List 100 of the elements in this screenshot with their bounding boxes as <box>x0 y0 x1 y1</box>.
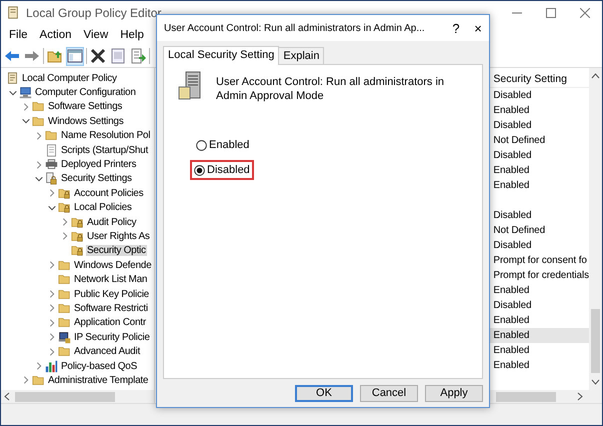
help-button[interactable]: ? <box>445 20 467 36</box>
tree-item[interactable]: Software Restricti <box>73 302 149 314</box>
script-icon <box>45 144 58 157</box>
tree-item[interactable]: Security Settings <box>60 173 133 184</box>
expand-chevron-icon[interactable] <box>21 375 31 386</box>
expand-chevron-icon[interactable] <box>60 217 70 228</box>
folder-icon <box>58 258 71 272</box>
tree-item[interactable]: Computer Configuration <box>34 87 137 98</box>
bar-chart-icon <box>45 360 58 372</box>
computer-lock-icon <box>58 330 71 344</box>
tree-item[interactable]: Windows Defende <box>73 260 152 271</box>
table-cell-text: Disabled <box>492 149 532 163</box>
folder-icon <box>58 288 71 301</box>
tree-item[interactable]: Scripts (Startup/Shut <box>60 144 150 156</box>
tree-item[interactable]: Software Settings <box>47 101 124 112</box>
folder-icon <box>45 129 58 142</box>
scrollbar-thumb[interactable] <box>496 392 556 402</box>
table-cell-text: Enabled <box>492 314 530 328</box>
tree-item[interactable]: IP Security Policie <box>73 332 151 343</box>
table-cell-text: Disabled <box>492 209 532 223</box>
tree-item[interactable]: Application Contr <box>73 317 147 328</box>
table-cell-text: Enabled <box>492 104 530 118</box>
radio-button[interactable] <box>196 140 207 150</box>
close-button[interactable]: × <box>467 20 489 36</box>
tree-item[interactable]: Deployed Printers <box>60 159 138 170</box>
menu-item[interactable]: File <box>3 27 34 43</box>
dialog-button[interactable]: OK <box>295 384 353 402</box>
menu-item[interactable]: Action <box>34 27 78 43</box>
expand-chevron-icon[interactable] <box>60 231 70 242</box>
table-cell-text: Disabled <box>492 119 532 133</box>
printer-icon <box>45 158 58 172</box>
delete-button[interactable] <box>89 46 107 66</box>
scroll-up-icon[interactable] <box>591 72 600 81</box>
table-cell-text: Prompt for credentials <box>492 269 589 283</box>
expand-chevron-icon[interactable] <box>47 346 57 357</box>
scrollbar-thumb[interactable] <box>591 309 600 373</box>
expand-chevron-icon[interactable] <box>47 188 57 198</box>
tree-item[interactable]: Local Policies <box>73 202 133 214</box>
locked-folder-icon <box>71 216 84 229</box>
table-cell-text: Disabled <box>492 89 532 103</box>
expand-chevron-icon[interactable] <box>47 332 57 342</box>
table-cell-text: Enabled <box>492 344 530 358</box>
menu-item[interactable]: Help <box>114 27 150 43</box>
show-tree-button[interactable] <box>66 46 84 66</box>
locked-folder-icon <box>71 244 84 258</box>
policy-name: User Account Control: Run all administrators in Admin Approval Mode <box>216 75 446 103</box>
tree-item[interactable]: Public Key Policie <box>73 288 150 300</box>
tree-item[interactable]: Advanced Audit <box>73 346 141 358</box>
table-cell: Enabled <box>489 328 589 343</box>
tree-item[interactable]: Windows Settings <box>47 116 124 127</box>
locked-document-icon <box>45 172 58 186</box>
folder-icon <box>58 302 71 315</box>
tree-item[interactable]: Audit Policy <box>86 216 138 228</box>
radio-option[interactable]: Enabled <box>192 135 254 155</box>
menu-item[interactable]: View <box>78 27 114 43</box>
dialog-button[interactable]: Cancel <box>360 384 418 402</box>
table-cell-text: Prompt for consent fo <box>492 254 588 268</box>
close-icon[interactable] <box>580 8 590 18</box>
scroll-left-icon[interactable] <box>3 392 12 401</box>
radio-button[interactable] <box>194 164 205 176</box>
scroll-icon <box>6 6 20 20</box>
radio-option[interactable]: Disabled <box>190 160 254 180</box>
export-list-button[interactable] <box>129 46 147 66</box>
table-cell-text: Enabled <box>492 359 530 373</box>
expand-chevron-icon[interactable] <box>47 303 57 314</box>
expand-chevron-icon[interactable] <box>34 160 44 170</box>
expand-chevron-icon[interactable] <box>34 361 44 371</box>
folder-icon <box>32 114 45 128</box>
tab[interactable]: Explain <box>278 47 324 64</box>
tree-item[interactable]: Policy-based QoS <box>60 360 138 372</box>
dialog-title: User Account Control: Run all administrators in Admin Ap... <box>164 22 426 34</box>
expand-chevron-icon[interactable] <box>47 260 57 270</box>
tree-item[interactable]: Network List Man <box>73 274 148 286</box>
table-cell-text: Disabled <box>492 299 532 313</box>
computer-icon <box>19 86 32 100</box>
scrollbar-thumb[interactable] <box>15 392 115 402</box>
tree-item[interactable]: Local Computer Policy <box>21 72 118 84</box>
expand-chevron-icon[interactable] <box>21 102 31 112</box>
locked-folder-icon <box>58 186 71 200</box>
table-cell-text: Enabled <box>492 179 530 193</box>
tree-item[interactable]: Security Optic <box>86 245 147 256</box>
dialog-button[interactable]: Apply <box>425 384 483 402</box>
folder-icon <box>58 273 71 286</box>
tree-item[interactable]: Name Resolution Pol <box>60 130 152 142</box>
expand-chevron-icon[interactable] <box>47 289 57 300</box>
scroll-right-icon[interactable] <box>575 392 584 401</box>
tree-item[interactable]: Administrative Template <box>47 374 150 386</box>
expand-chevron-icon[interactable] <box>34 130 44 141</box>
table-cell-text: Not Defined <box>492 134 546 148</box>
scroll-down-icon[interactable] <box>591 377 600 386</box>
folder-icon <box>58 316 71 330</box>
tree-item[interactable]: Account Policies <box>73 188 144 199</box>
tree-item[interactable]: User Rights As <box>86 230 151 242</box>
server-icon <box>178 71 202 101</box>
table-cell-text: Enabled <box>492 164 530 178</box>
maximize-icon[interactable] <box>546 8 556 18</box>
locked-folder-icon <box>71 230 84 243</box>
expand-chevron-icon[interactable] <box>47 318 57 328</box>
table-cell-text: Not Defined <box>492 224 546 238</box>
tab[interactable]: Local Security Setting <box>163 46 280 65</box>
